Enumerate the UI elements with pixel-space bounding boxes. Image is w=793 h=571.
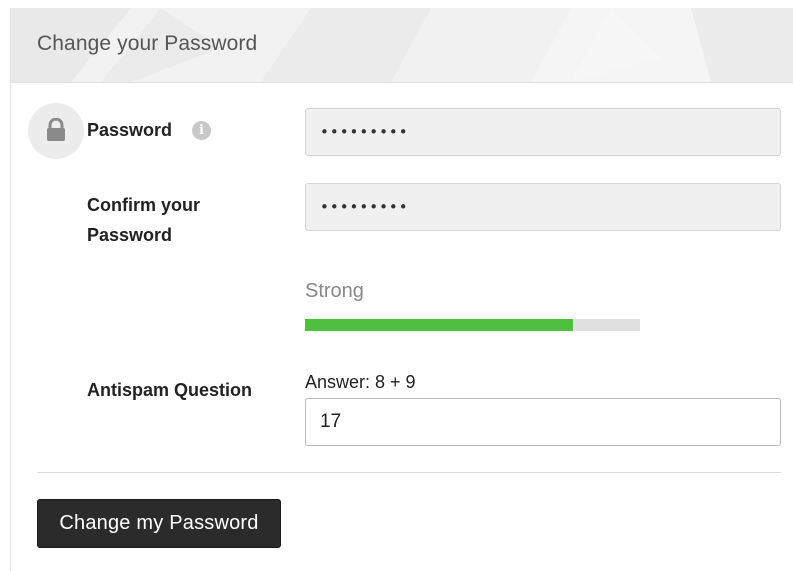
password-field[interactable] xyxy=(305,108,781,156)
antispam-label: Antispam Question xyxy=(87,380,253,400)
change-password-button[interactable]: Change my Password xyxy=(37,499,281,548)
antispam-question: Answer: 8 + 9 xyxy=(305,372,416,392)
password-strength-fill xyxy=(305,319,573,331)
confirm-password-field[interactable] xyxy=(305,183,781,231)
antispam-answer-input[interactable] xyxy=(305,398,781,446)
confirm-password-label-line2: Password xyxy=(87,225,173,245)
password-label: Password xyxy=(87,120,173,140)
form-divider xyxy=(37,472,781,473)
panel-header: Change your Password xyxy=(11,8,793,83)
password-strength-meter xyxy=(305,319,640,331)
confirm-password-label-line1: Confirm your xyxy=(87,195,201,215)
panel-title: Change your Password xyxy=(37,32,258,55)
change-password-panel: Change your Password Password i Confirm … xyxy=(10,8,793,571)
lock-badge xyxy=(28,103,84,159)
password-strength-label: Strong xyxy=(305,280,364,302)
info-icon[interactable]: i xyxy=(192,121,211,140)
